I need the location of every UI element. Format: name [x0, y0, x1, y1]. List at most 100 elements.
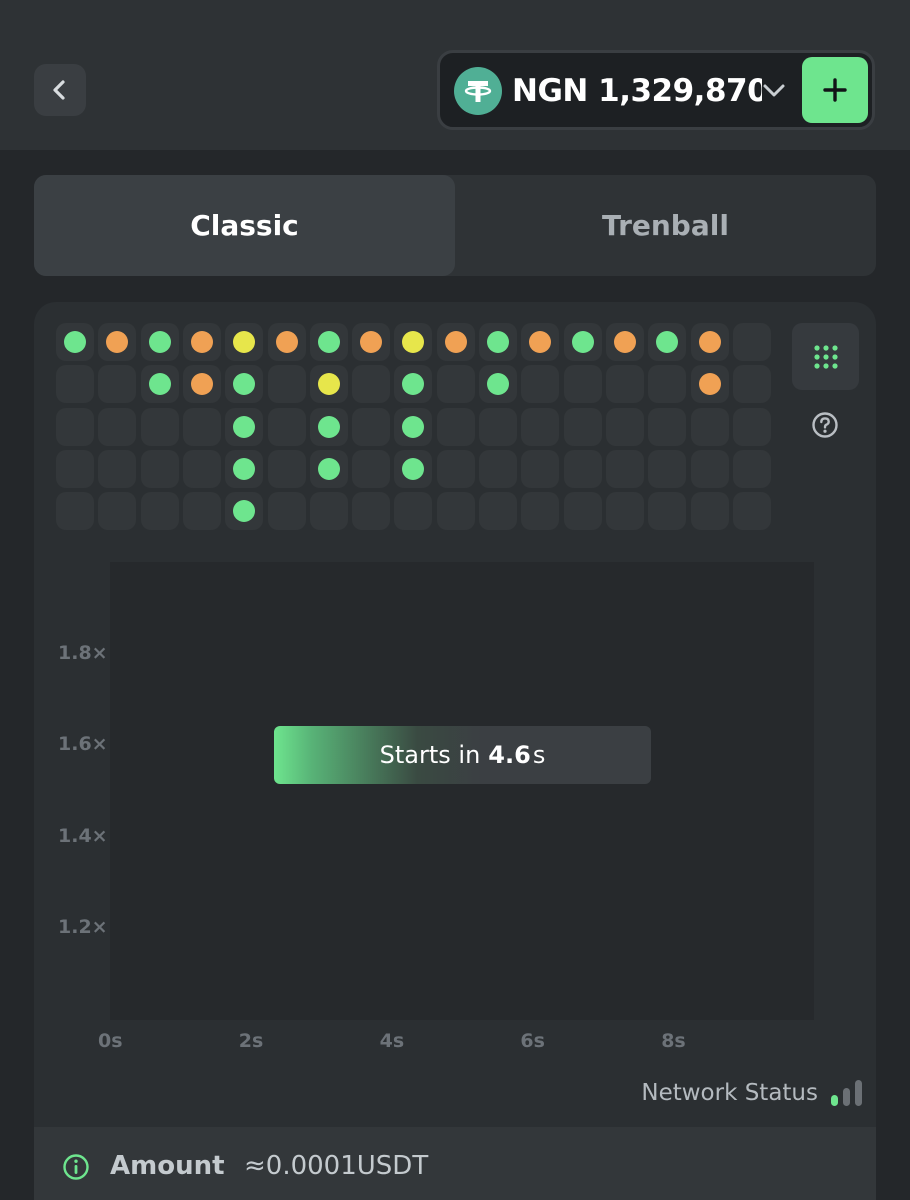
history-cell — [56, 365, 94, 404]
history-cell — [98, 407, 137, 446]
history-cell — [732, 365, 771, 404]
chevron-down-icon[interactable] — [762, 79, 786, 103]
history-cell — [605, 365, 644, 404]
history-cell — [479, 365, 517, 404]
history-dot-green — [487, 331, 509, 353]
history-dot-green — [402, 373, 425, 396]
history-cell — [352, 365, 391, 404]
history-cell — [690, 323, 729, 361]
history-cell — [352, 323, 391, 361]
history-cell — [98, 323, 137, 361]
history-dot-orange — [698, 373, 721, 396]
crash-chart: Starts in 4.6 s 1.8× 1.6× 1.4× 1.2× 0s 2s 4s 6s… — [34, 552, 876, 1072]
history-dot-yellow — [233, 331, 256, 353]
history-cell — [309, 323, 348, 361]
history-dot-green — [317, 415, 340, 438]
history-cell — [436, 365, 475, 404]
history-cell — [521, 323, 560, 361]
history-dot-orange — [698, 331, 721, 353]
history-cell — [182, 323, 221, 361]
y-tick-label: 1.8× — [58, 641, 108, 664]
history-cell — [267, 323, 306, 361]
history-cell — [267, 449, 306, 488]
y-tick-label: 1.2× — [58, 916, 108, 939]
history-cell — [563, 407, 602, 446]
history-dot-yellow — [402, 331, 425, 353]
history-cell — [182, 365, 221, 404]
history-cell — [563, 449, 602, 488]
history-cell — [182, 449, 221, 488]
wallet-balance: NGN 1,329,870.2 — [512, 73, 762, 109]
history-cell — [648, 492, 687, 531]
history-cell — [98, 449, 137, 488]
history-dot-orange — [444, 331, 467, 353]
history-cell — [140, 407, 179, 446]
history-cell — [648, 449, 687, 488]
history-dot-orange — [275, 331, 298, 353]
history-cell — [732, 449, 771, 488]
countdown-unit: s — [532, 741, 546, 769]
history-cell — [140, 323, 179, 361]
history-dot-green — [571, 331, 594, 353]
history-cell — [732, 407, 771, 446]
history-dot-green — [487, 373, 509, 396]
countdown-prefix: Starts in — [379, 741, 481, 769]
history-cell — [352, 407, 391, 446]
history-cell — [352, 492, 391, 531]
history-dot-green — [317, 457, 340, 480]
history-cell — [436, 449, 475, 488]
history-cell — [267, 365, 306, 404]
top-bar: NGN 1,329,870.2 — [0, 0, 910, 150]
plus-icon — [823, 78, 847, 102]
history-cell — [479, 407, 517, 446]
info-icon[interactable] — [62, 1153, 90, 1181]
history-cell — [605, 492, 644, 531]
history-cell — [56, 407, 94, 446]
history-cell — [394, 365, 433, 404]
tether-icon — [454, 67, 502, 115]
history-dot-green — [148, 331, 171, 353]
tab-classic[interactable]: Classic — [34, 175, 455, 276]
history-dot-orange — [613, 331, 636, 353]
countdown-value: 4.6 — [488, 741, 531, 769]
history-cell — [140, 365, 179, 404]
history-cell — [521, 365, 560, 404]
amount-section: Amount ≈0.0001USDT — [34, 1127, 876, 1200]
history-dot-green — [402, 415, 425, 438]
history-dot-green — [402, 457, 425, 480]
history-cell — [352, 449, 391, 488]
history-cell — [225, 365, 264, 404]
history-cell — [182, 407, 221, 446]
history-cell — [267, 407, 306, 446]
history-cell — [521, 407, 560, 446]
chart-plot-area — [110, 562, 814, 1020]
history-cell — [394, 492, 433, 531]
deposit-button[interactable] — [802, 57, 868, 123]
history-cell — [605, 407, 644, 446]
history-cell — [732, 323, 771, 361]
history-cell — [140, 492, 179, 531]
history-cell — [225, 323, 264, 361]
network-status[interactable]: Network Status — [634, 1076, 864, 1110]
history-cell — [394, 449, 433, 488]
y-tick-label: 1.6× — [58, 733, 108, 756]
history-dot-orange — [106, 331, 129, 353]
wallet-selector[interactable]: NGN 1,329,870.2 — [437, 50, 875, 130]
history-cell — [309, 407, 348, 446]
history-cell — [648, 323, 687, 361]
history-dot-green — [233, 373, 256, 396]
history-cell — [605, 449, 644, 488]
history-cell — [690, 407, 729, 446]
help-icon[interactable] — [811, 411, 839, 439]
history-cell — [56, 449, 94, 488]
history-cell — [648, 365, 687, 404]
tab-trenball[interactable]: Trenball — [455, 175, 876, 276]
x-tick-label: 2s — [238, 1030, 264, 1052]
history-cell — [267, 492, 306, 531]
history-cell — [225, 407, 264, 446]
history-view-toggle[interactable] — [792, 323, 859, 390]
back-button[interactable] — [34, 64, 86, 116]
history-cell — [182, 492, 221, 531]
history-cell — [394, 323, 433, 361]
game-mode-tabs: Classic Trenball — [34, 175, 876, 276]
